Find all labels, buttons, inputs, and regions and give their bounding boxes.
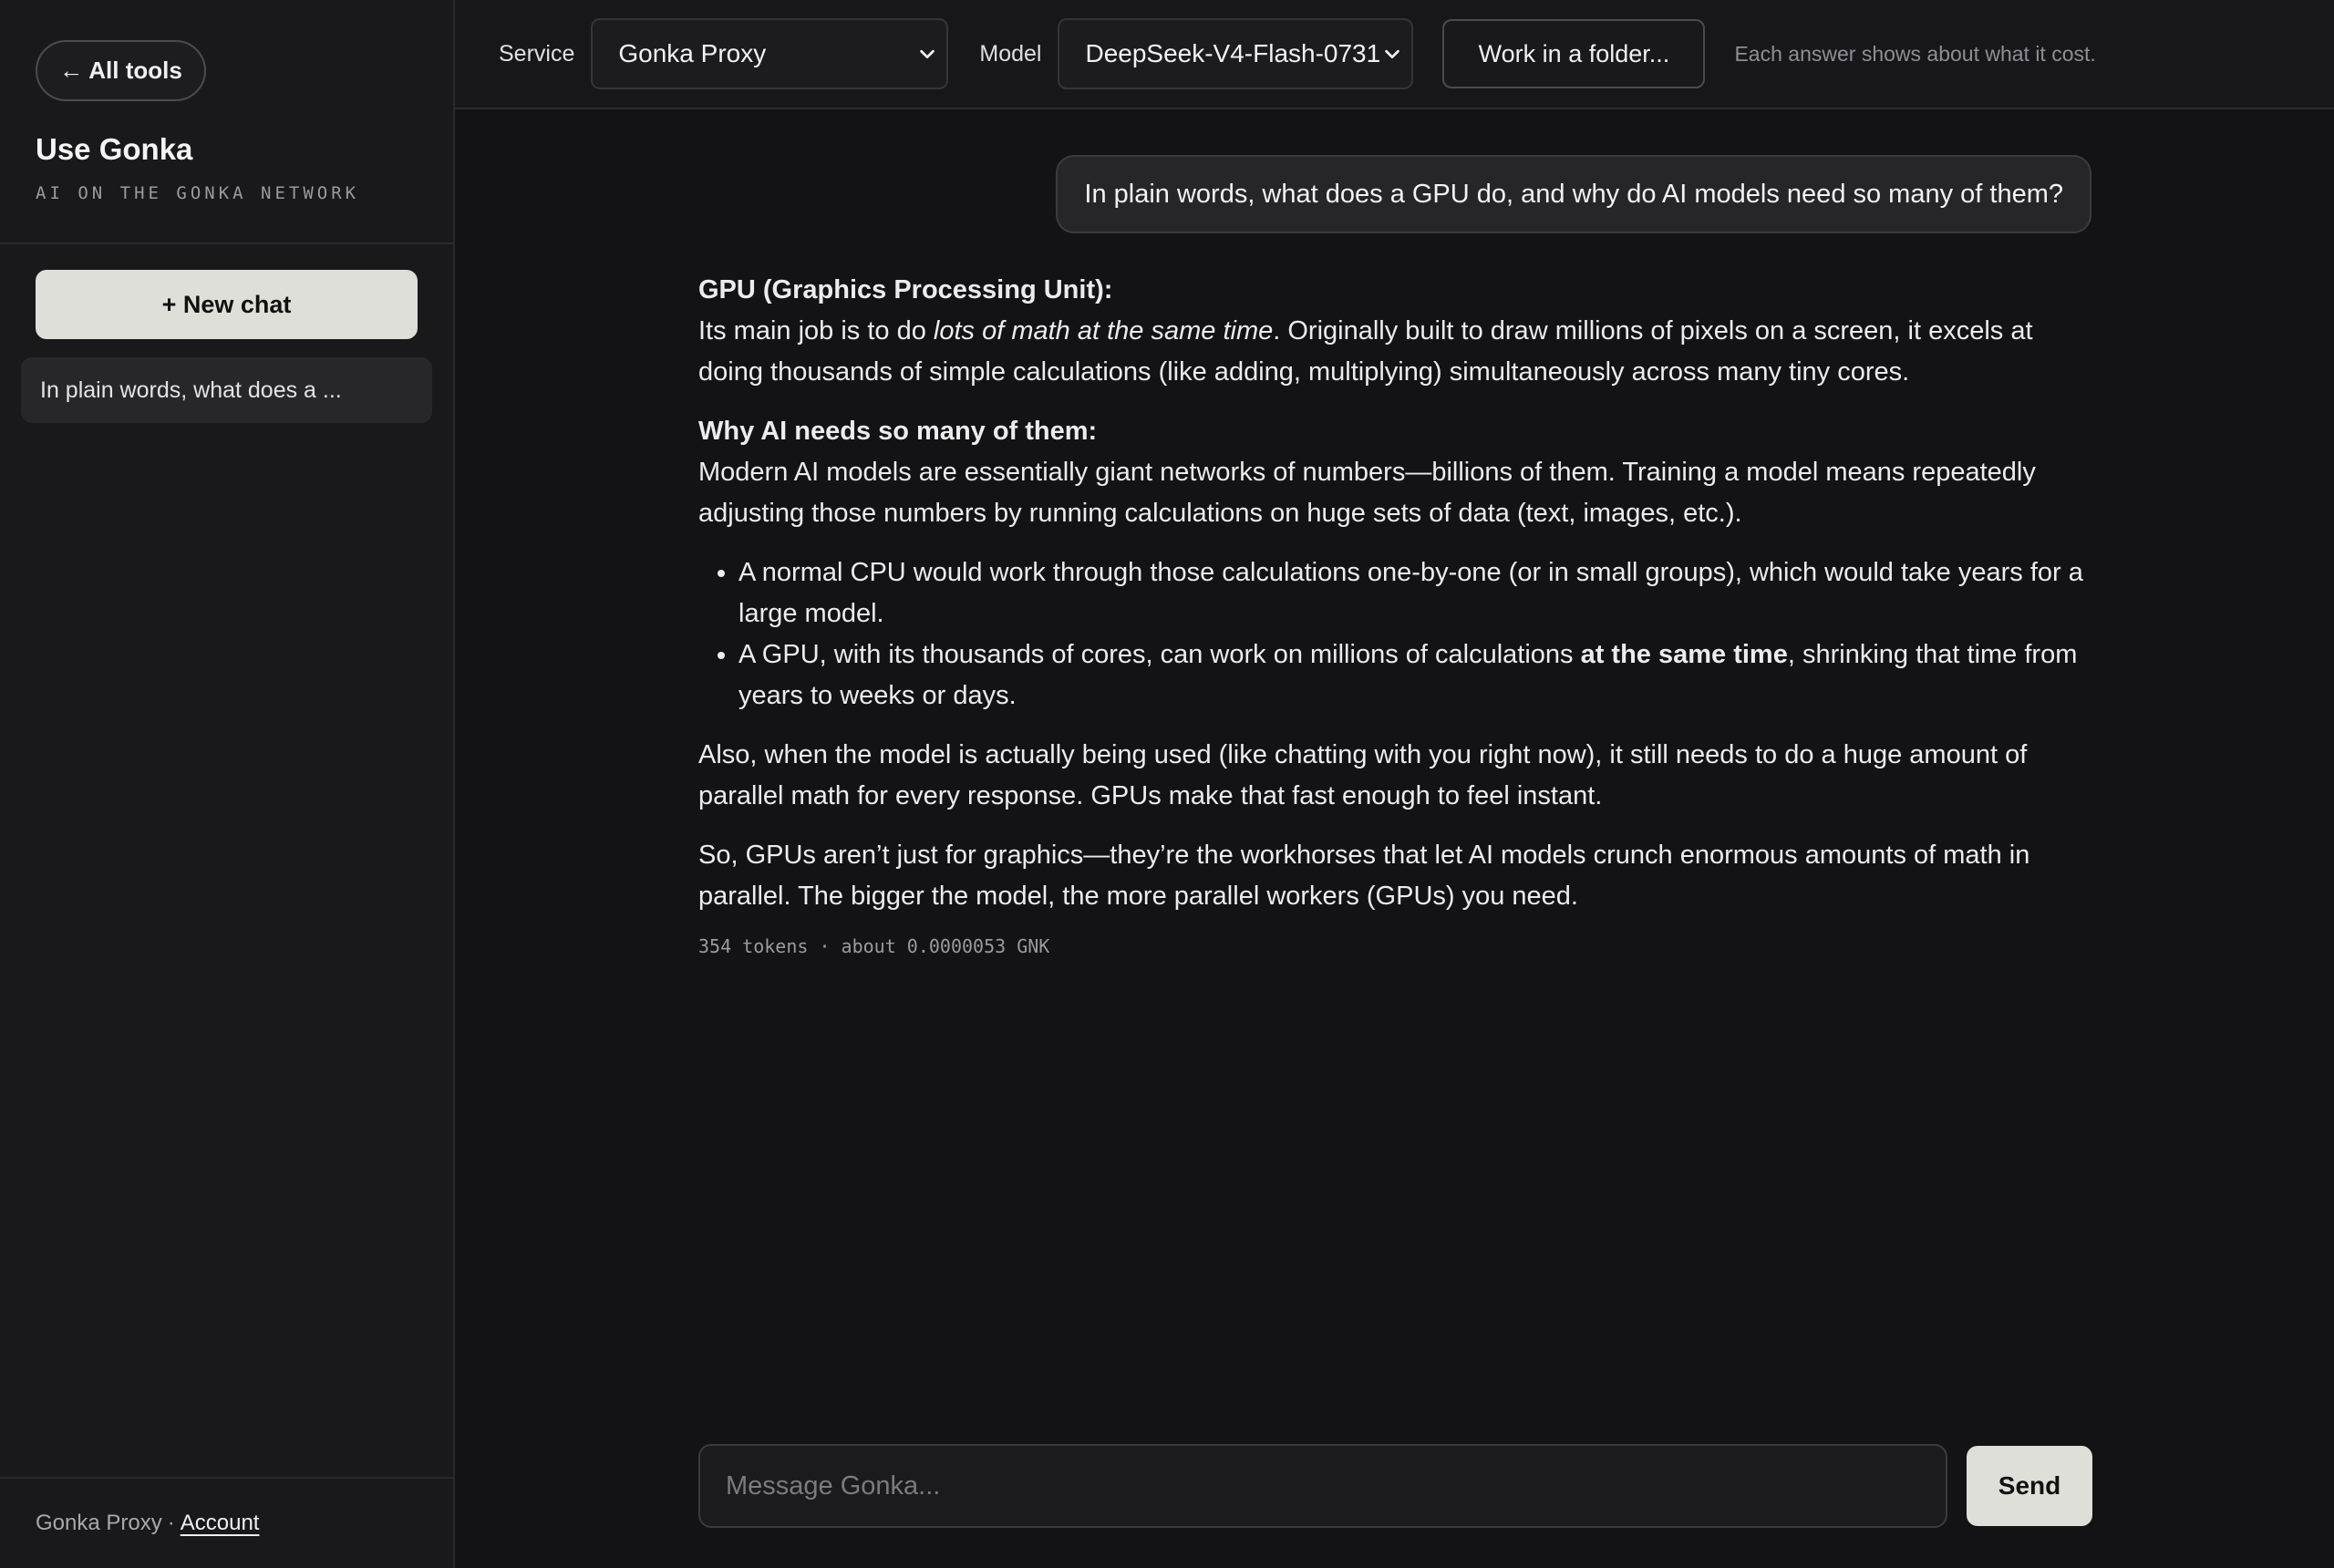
footer-service-name: Gonka Proxy: [36, 1511, 162, 1535]
cost-note: Each answer shows about what it cost.: [1734, 41, 2096, 66]
user-message-bubble: In plain words, what does a GPU do, and …: [1056, 155, 2091, 233]
send-button[interactable]: Send: [1967, 1446, 2092, 1526]
message-composer: Send: [698, 1444, 2092, 1528]
footer-separator: ·: [167, 1511, 175, 1535]
token-cost-readout: 354 tokens · about 0.0000053 GNK: [698, 935, 1050, 957]
sidebar: ← All tools Use Gonka AI ON THE GONKA NE…: [0, 0, 455, 1568]
all-tools-button[interactable]: ← All tools: [36, 40, 206, 101]
message-input[interactable]: [698, 1444, 1947, 1528]
sidebar-footer: Gonka Proxy · Account: [0, 1477, 453, 1568]
chevron-down-icon: [920, 49, 935, 59]
work-in-folder-button[interactable]: Work in a folder...: [1442, 19, 1706, 88]
account-link[interactable]: Account: [181, 1511, 260, 1536]
answer-strong: at the same time: [1580, 640, 1788, 669]
brand-subtitle: AI ON THE GONKA NETWORK: [36, 183, 360, 203]
answer-paragraph: Also, when the model is actually being u…: [698, 740, 2028, 810]
service-label: Service: [499, 40, 575, 67]
answer-heading: GPU (Graphics Processing Unit):: [698, 275, 1113, 304]
conversation: In plain words, what does a GPU do, and …: [698, 155, 2091, 957]
answer-paragraph: So, GPUs aren’t just for graphics—they’r…: [698, 841, 2030, 911]
answer-heading: Why AI needs so many of them:: [698, 417, 1098, 446]
chat-history-item[interactable]: In plain words, what does a ...: [21, 357, 432, 423]
answer-emphasis: lots of math at the same time: [933, 316, 1274, 346]
answer-paragraph: Why AI needs so many of them: Modern AI …: [698, 411, 2091, 534]
service-select-value: Gonka Proxy: [618, 39, 767, 67]
top-toolbar: Service Gonka Proxy Model DeepSeek-V4-Fl…: [455, 0, 2334, 109]
answer-paragraph: GPU (Graphics Processing Unit): Its main…: [698, 270, 2091, 393]
list-item: A normal CPU would work through those ca…: [738, 552, 2091, 634]
sidebar-header: ← All tools Use Gonka AI ON THE GONKA NE…: [0, 0, 453, 244]
answer-text: Modern AI models are essentially giant n…: [698, 458, 2036, 528]
new-chat-button[interactable]: + New chat: [36, 270, 418, 339]
answer-text: Its main job is to do: [698, 316, 934, 346]
chevron-down-icon: [1385, 49, 1400, 59]
model-select-value: DeepSeek-V4-Flash-0731: [1085, 39, 1381, 67]
service-select[interactable]: Gonka Proxy: [591, 18, 949, 89]
assistant-answer: GPU (Graphics Processing Unit): Its main…: [698, 270, 2091, 917]
model-label: Model: [979, 40, 1042, 67]
brand-title: Use Gonka: [36, 132, 193, 166]
main-area: Service Gonka Proxy Model DeepSeek-V4-Fl…: [455, 0, 2334, 1568]
answer-list: A normal CPU would work through those ca…: [738, 552, 2091, 717]
app: ← All tools Use Gonka AI ON THE GONKA NE…: [0, 0, 2334, 1568]
model-select[interactable]: DeepSeek-V4-Flash-0731: [1058, 18, 1414, 89]
list-item: A GPU, with its thousands of cores, can …: [738, 634, 2091, 717]
answer-text: A GPU, with its thousands of cores, can …: [738, 640, 1581, 669]
